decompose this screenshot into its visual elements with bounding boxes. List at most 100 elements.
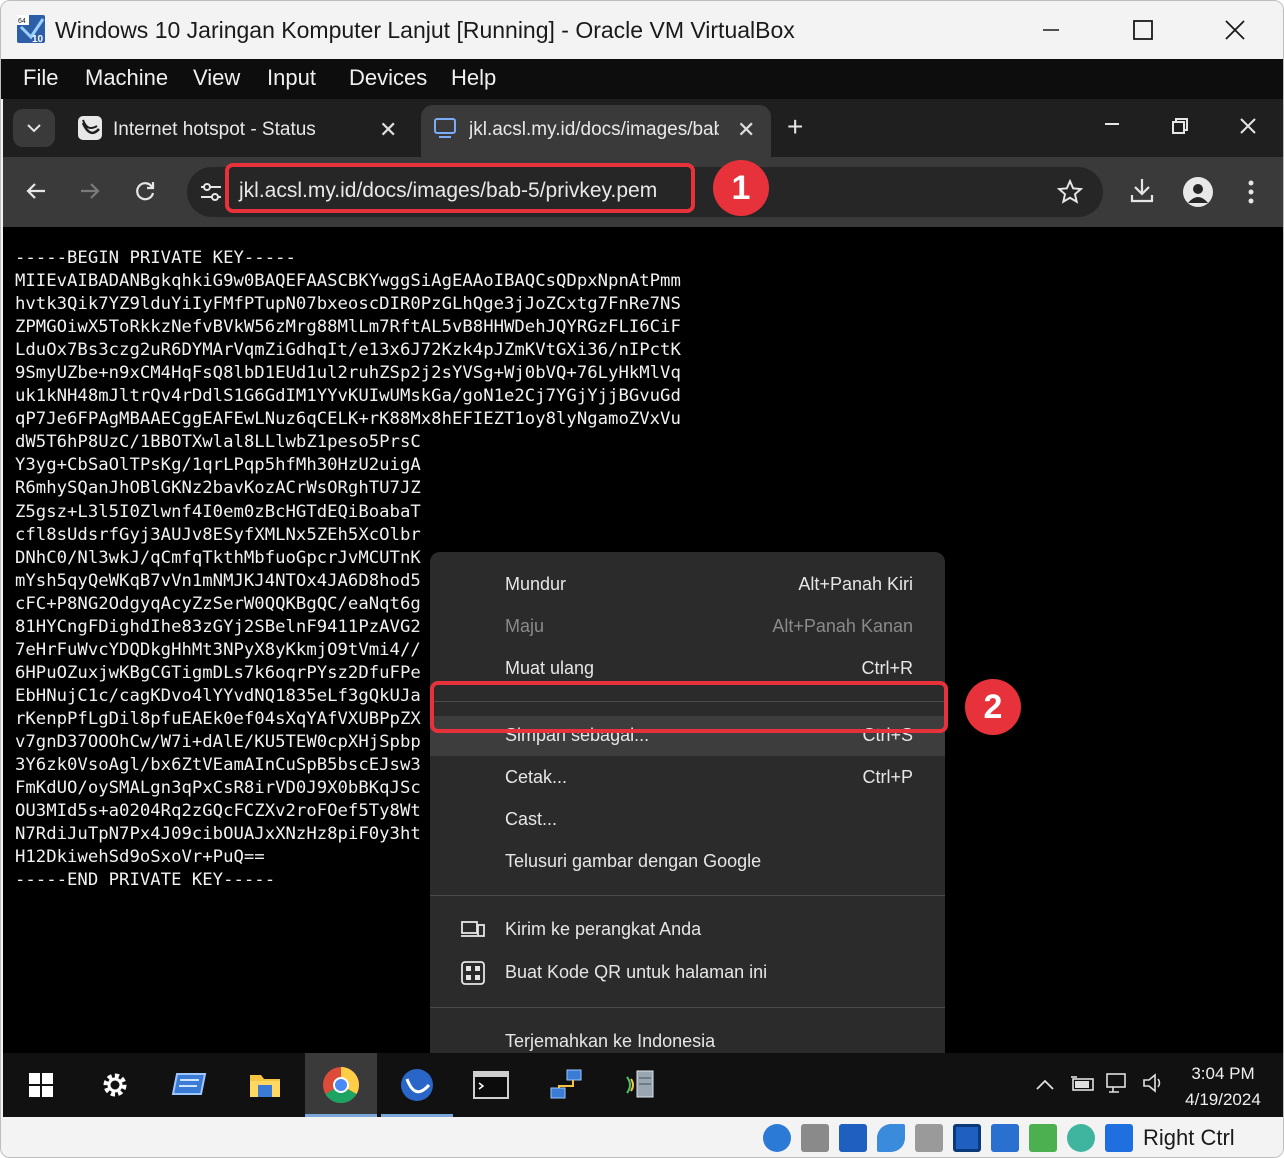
volume-icon[interactable]	[1141, 1071, 1167, 1095]
chrome-icon	[323, 1067, 360, 1104]
menu-input[interactable]: Input	[267, 65, 316, 91]
recording-icon[interactable]	[991, 1124, 1019, 1152]
network-status-icon[interactable]	[839, 1124, 867, 1152]
qr-code-icon	[461, 961, 485, 985]
menu-item-label: Cetak...	[505, 767, 568, 787]
pem-line: dW5T6hP8UzC/1BBOTXwlal8LLlwbZ1peso5PrsC	[15, 432, 421, 453]
reload-icon[interactable]	[133, 179, 157, 203]
shared-folders-icon[interactable]	[915, 1124, 943, 1152]
cpu-icon[interactable]	[1029, 1124, 1057, 1152]
page-icon	[434, 118, 456, 138]
optical-drive-icon[interactable]	[763, 1124, 791, 1152]
menu-devices[interactable]: Devices	[349, 65, 427, 91]
taskbar-terminal[interactable]	[455, 1053, 527, 1117]
menu-item-shortcut: Ctrl+P	[862, 767, 913, 787]
browser-minimize-button[interactable]	[1103, 109, 1121, 132]
menu-item-forward[interactable]: Maju Alt+Panah Kanan	[430, 607, 945, 647]
back-icon[interactable]	[25, 181, 47, 201]
hotspot-icon	[78, 116, 102, 140]
menu-item-label: Mundur	[505, 574, 567, 594]
more-menu-icon[interactable]	[1247, 179, 1255, 205]
devices-icon	[461, 921, 485, 937]
taskbar-network-app[interactable]	[153, 1053, 225, 1117]
menu-item-shortcut: Alt+Panah Kiri	[798, 574, 913, 594]
browser-tabstrip: Internet hotspot - Status ✕ jkl.acsl.my.…	[3, 99, 1283, 157]
taskbar-clock[interactable]: 3:04 PM 4/19/2024	[1173, 1061, 1273, 1113]
network-tray-icon[interactable]	[1105, 1071, 1131, 1095]
mouse-integration-icon[interactable]	[1067, 1124, 1095, 1152]
vbox-statusbar: Right Ctrl	[1, 1117, 1283, 1157]
menu-machine[interactable]: Machine	[85, 65, 168, 91]
menu-item-print[interactable]: Cetak... Ctrl+P	[430, 758, 945, 798]
context-menu: Mundur Alt+Panah Kiri Maju Alt+Panah Kan…	[430, 552, 945, 1109]
server-icon	[626, 1070, 654, 1098]
pem-line: -----BEGIN PRIVATE KEY-----	[15, 248, 296, 268]
vbox-titlebar: 64 10 Windows 10 Jaringan Komputer Lanju…	[1, 1, 1283, 59]
forward-icon[interactable]	[79, 181, 101, 201]
tab-search-button[interactable]	[13, 109, 55, 147]
taskbar-chrome[interactable]	[305, 1053, 377, 1117]
pem-line: cfl8sUdsrfGyj3AUJv8ESyfXMLNx5ZEh5XcOlbr	[15, 524, 421, 545]
minimize-icon	[1043, 29, 1059, 31]
annotation-highlight-url	[225, 163, 695, 213]
taskbar-server-app[interactable]	[605, 1053, 677, 1117]
minimize-icon	[1105, 123, 1119, 125]
profile-avatar[interactable]	[1183, 177, 1213, 207]
tab-privkey-active[interactable]: jkl.acsl.my.id/docs/images/bab ✕	[421, 105, 771, 157]
menu-item-cast[interactable]: Cast...	[430, 800, 945, 840]
taskbar-network-connections[interactable]	[531, 1053, 603, 1117]
browser-restore-button[interactable]	[1171, 117, 1189, 140]
menu-item-shortcut: Alt+Panah Kanan	[772, 616, 913, 636]
new-tab-icon[interactable]: +	[787, 111, 803, 143]
pem-line: Y3yg+CbSaOlTPsKg/1qrLPqp5hfMh30HzU2uigA	[15, 455, 421, 476]
start-button[interactable]	[5, 1053, 77, 1117]
audio-icon[interactable]	[801, 1124, 829, 1152]
window-title: Windows 10 Jaringan Komputer Lanjut [Run…	[55, 17, 795, 43]
download-icon[interactable]	[1129, 177, 1155, 205]
maximize-button[interactable]	[1103, 7, 1183, 53]
menu-item-back[interactable]: Mundur Alt+Panah Kiri	[430, 565, 945, 605]
menu-file[interactable]: File	[23, 65, 58, 91]
tab-close-icon[interactable]: ✕	[379, 117, 397, 143]
maximize-icon	[1133, 20, 1153, 40]
menu-item-qr-code[interactable]: Buat Kode QR untuk halaman ini	[430, 953, 945, 993]
menu-separator	[430, 1007, 945, 1008]
taskbar-settings[interactable]	[79, 1053, 151, 1117]
pem-line: uk1kNH48mJltrQv4rDdlS1G6GdIM1YYvKUIwUMsk…	[15, 386, 681, 407]
menu-item-label: Kirim ke perangkat Anda	[505, 919, 702, 939]
bookmark-star-icon[interactable]	[1057, 179, 1083, 205]
menu-item-send-to-device[interactable]: Kirim ke perangkat Anda	[430, 910, 945, 950]
taskbar-hotspot-app[interactable]	[381, 1053, 453, 1117]
menu-item-label: Maju	[505, 616, 545, 636]
network-app-icon	[171, 1073, 207, 1095]
close-icon	[1240, 118, 1256, 134]
tray-chevron-up-icon[interactable]	[1035, 1079, 1055, 1091]
guest-display: Internet hotspot - Status ✕ jkl.acsl.my.…	[3, 99, 1283, 1117]
taskbar-file-explorer[interactable]	[229, 1053, 301, 1117]
usb-icon[interactable]	[877, 1124, 905, 1152]
vbox-menubar: File Machine View Input Devices Help	[1, 59, 1283, 99]
clock-time: 3:04 PM	[1191, 1064, 1255, 1083]
tab-internet-hotspot[interactable]: Internet hotspot - Status ✕	[61, 105, 411, 157]
battery-icon[interactable]	[1069, 1073, 1095, 1093]
tab-close-icon[interactable]: ✕	[737, 117, 755, 143]
browser-close-button[interactable]	[1239, 117, 1257, 140]
pem-line: hvtk3Qik7YZ9lduYiIyFMfPTupN07bxeoscDIR0P…	[15, 294, 681, 315]
minimize-button[interactable]	[1011, 7, 1091, 53]
menu-separator	[430, 895, 945, 896]
close-button[interactable]	[1195, 7, 1275, 53]
pem-line: qP7Je6FPAgMBAAECggEAFEwLNuz6qCELK+rK88Mx…	[15, 409, 681, 430]
site-info-icon[interactable]	[199, 181, 223, 203]
windows-logo-icon	[29, 1073, 53, 1097]
host-key-label[interactable]: Right Ctrl	[1143, 1125, 1235, 1151]
keyboard-capture-icon[interactable]	[1105, 1124, 1133, 1152]
menu-view[interactable]: View	[193, 65, 240, 91]
menu-item-label: Muat ulang	[505, 658, 595, 678]
menu-item-search-image[interactable]: Telusuri gambar dengan Google	[430, 842, 945, 882]
menu-help[interactable]: Help	[451, 65, 496, 91]
profile-icon	[1188, 184, 1208, 203]
restore-icon	[1172, 118, 1188, 134]
pem-line: 9SmyUZbe+n9xCM4HqFsQ8lbD1EUd1ul2ruhZSp2j…	[15, 363, 681, 384]
display-icon[interactable]	[953, 1124, 981, 1152]
browser-toolbar: jkl.acsl.my.id/docs/images/bab-5/privkey…	[3, 157, 1283, 227]
